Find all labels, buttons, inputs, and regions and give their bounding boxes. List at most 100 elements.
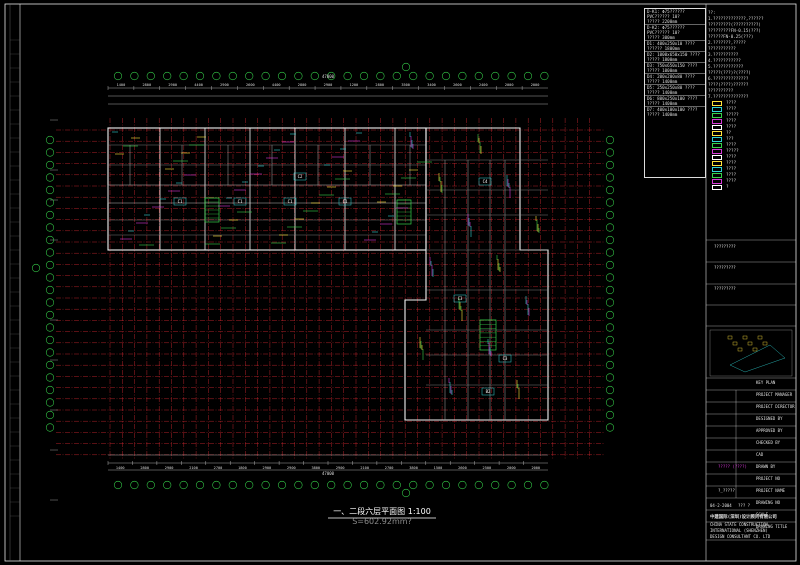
axis-bubble-right — [605, 173, 615, 182]
axis-bubble-top — [163, 71, 172, 81]
axis-bubble-right — [605, 373, 615, 382]
axis-bubble-left — [45, 273, 55, 282]
axis-bubble-bottom — [425, 480, 434, 490]
axis-bubble-bottom — [212, 480, 221, 490]
dim-label: 2700 — [214, 466, 223, 470]
axis-bubble-top — [540, 71, 549, 81]
room-label: C4 — [483, 179, 488, 184]
axis-bubble-bottom — [146, 480, 155, 490]
drawing-date: 04-2-2004 — [710, 503, 732, 508]
axis-bubble-left — [45, 210, 55, 220]
axis-bubble-left — [45, 298, 55, 307]
axis-bubble-right — [605, 323, 615, 332]
dim-label: 1400 — [116, 466, 125, 470]
axis-bubble-top — [376, 71, 385, 81]
dim-label: 2000 — [531, 83, 540, 87]
dim-label: 2000 — [531, 466, 540, 470]
dim-label: 2600 — [453, 83, 462, 87]
axis-bubble-bottom — [277, 480, 287, 490]
axis-bubble-top — [146, 71, 155, 81]
axis-bubble-bottom — [195, 480, 205, 490]
dim-label: 2900 — [168, 83, 177, 87]
axis-bubble-top — [425, 71, 434, 81]
axis-bubble-bottom — [310, 480, 319, 490]
axis-bubble-top — [458, 71, 467, 81]
axis-bubble-left — [45, 373, 55, 382]
axis-bubble-bottom — [409, 480, 418, 490]
room-label: C2 — [298, 174, 303, 179]
dim-label: 3500 — [401, 83, 410, 87]
axis-bubble-left — [45, 323, 55, 332]
axis-bubble-left — [45, 410, 55, 420]
dim-label: 2900 — [263, 466, 272, 470]
axis-bubble-bottom — [228, 480, 237, 490]
axis-bubble-right — [605, 210, 615, 220]
room-label: B2 — [486, 389, 491, 394]
title-block-field: DRAWN BY — [756, 464, 776, 469]
axis-bubble-left — [45, 135, 55, 145]
axis-bubble-top — [294, 71, 303, 81]
axis-bubble-right — [605, 198, 615, 207]
dim-label: 2000 — [505, 83, 514, 87]
axis-bubble-bottom — [458, 480, 467, 490]
dim-label: 2100 — [189, 466, 198, 470]
red-axis-grid — [56, 118, 605, 460]
axis-bubble-top — [245, 71, 254, 81]
axis-bubble-top — [310, 71, 319, 81]
axis-bubble-right — [605, 260, 615, 270]
drawing-caption: 一、二段六层平面图 1:100 S=602.92mm? — [322, 506, 442, 526]
axis-bubble-left — [45, 310, 55, 320]
dim-label: 3400 — [427, 83, 436, 87]
drawing-scale: 1:100 — [407, 507, 431, 516]
axis-bubble-left — [45, 223, 55, 232]
axis-bubble-bottom — [441, 480, 451, 490]
company-name-cn: 中建国际(深圳)设计顾问有限公司 — [710, 515, 777, 520]
axis-bubble-bottom — [507, 480, 516, 490]
axis-bubble-right — [605, 185, 615, 195]
axis-bubble-right — [605, 310, 615, 320]
axis-bubble-right — [605, 423, 615, 432]
axis-bubble-left — [45, 285, 55, 295]
dim-label: 2900 — [287, 466, 296, 470]
dim-label: 2500 — [483, 466, 492, 470]
room-label: C1 — [178, 199, 183, 204]
axis-bubble-top — [474, 71, 483, 81]
axis-bubble-left — [45, 160, 55, 170]
room-label: C3 — [503, 356, 508, 361]
note-line: ????? 1400mm — [647, 112, 678, 117]
axis-bubble-top — [195, 71, 205, 81]
axis-bubble-bottom — [113, 480, 123, 490]
dim-label: 2800 — [298, 83, 307, 87]
title-block-field: DESIGNED BY — [756, 416, 783, 421]
overall-dim-bottom: 47000 — [322, 471, 335, 476]
dim-label: 1800 — [238, 466, 247, 470]
axis-bubble-bottom — [491, 480, 500, 490]
title-block-field: PROJECT DIRECTOR — [756, 404, 795, 409]
axis-bubble-left — [45, 260, 55, 270]
company-name-en-1: CHINA STATE CONSTRUCTION — [710, 522, 768, 527]
axis-bubble-left — [45, 335, 55, 345]
axis-bubble-bottom — [294, 480, 303, 490]
axis-bubble-right — [605, 285, 615, 295]
axis-bubble-top — [113, 71, 123, 81]
axis-bubble-right — [605, 398, 615, 407]
axis-bubble-right — [605, 235, 615, 245]
axis-bubble-bottom — [474, 480, 483, 490]
title-block: ??????????????????????????? KEY PLAN PROJE… — [706, 8, 796, 557]
axis-bubble-top — [409, 71, 418, 81]
axis-bubble-top — [179, 71, 188, 81]
drawing-area: S=602.92mm? — [352, 517, 412, 526]
axis-bubble-top — [261, 71, 270, 81]
dim-label: 2400 — [479, 83, 488, 87]
title-block-field: CAD — [756, 452, 764, 457]
axis-bubble-bottom — [163, 480, 172, 490]
title-block-field: KEY PLAN — [756, 380, 776, 385]
dim-label: 2600 — [246, 83, 255, 87]
opening-notes-box: D-K1: Φ75?????? PVC?????? 10? ????? 2200… — [644, 8, 706, 178]
dim-label: 4400 — [272, 83, 281, 87]
dim-label: 4400 — [194, 83, 203, 87]
axis-bubble-bottom — [261, 480, 270, 490]
axis-bubble-bottom — [376, 480, 385, 490]
axis-bubble-left — [45, 398, 55, 407]
axis-bubble-top — [392, 71, 401, 81]
